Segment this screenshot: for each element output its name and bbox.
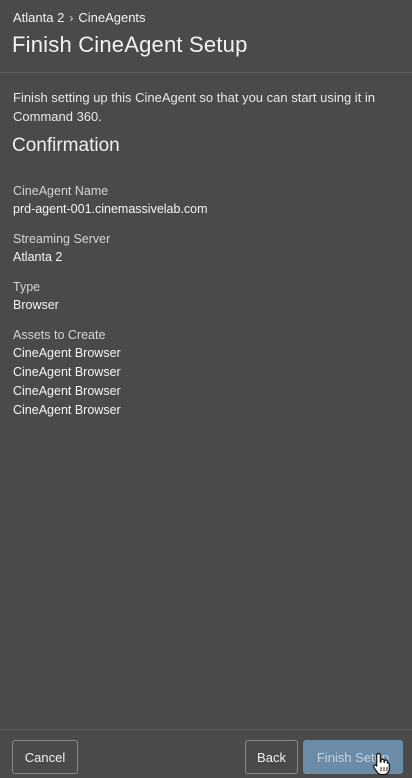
asset-item: CineAgent Browser: [13, 365, 121, 379]
field-value: Atlanta 2: [13, 250, 63, 264]
back-button[interactable]: Back: [245, 740, 298, 774]
field-streaming-server: Streaming Server Atlanta 2: [13, 230, 403, 267]
asset-item: CineAgent Browser: [13, 384, 121, 398]
asset-item: CineAgent Browser: [13, 346, 121, 360]
header-divider: [0, 72, 412, 73]
breadcrumb: Atlanta 2 › CineAgents: [13, 10, 146, 25]
field-type: Type Browser: [13, 278, 403, 315]
field-label: Type: [13, 280, 41, 294]
intro-text: Finish setting up this CineAgent so that…: [13, 90, 376, 124]
cancel-button[interactable]: Cancel: [12, 740, 78, 774]
field-label: CineAgent Name: [13, 184, 109, 198]
field-label: Streaming Server: [13, 232, 111, 246]
field-label: Assets to Create: [13, 328, 106, 342]
field-value: Browser: [13, 298, 59, 312]
field-cineagent-name: CineAgent Name prd-agent-001.cinemassive…: [13, 182, 403, 219]
confirmation-fields: CineAgent Name prd-agent-001.cinemassive…: [13, 182, 403, 431]
asset-item: CineAgent Browser: [13, 403, 121, 417]
footer-divider: [0, 729, 412, 730]
confirmation-heading: Confirmation: [12, 135, 120, 156]
field-value: prd-agent-001.cinemassivelab.com: [13, 202, 208, 216]
finish-setup-button[interactable]: Finish Setup: [303, 740, 403, 774]
breadcrumb-item-atlanta-2[interactable]: Atlanta 2: [13, 10, 64, 25]
breadcrumb-separator: ›: [69, 10, 74, 25]
breadcrumb-item-cineagents[interactable]: CineAgents: [78, 10, 145, 25]
field-assets-to-create: Assets to Create CineAgent Browser CineA…: [13, 326, 403, 420]
page-title: Finish CineAgent Setup: [12, 32, 248, 57]
